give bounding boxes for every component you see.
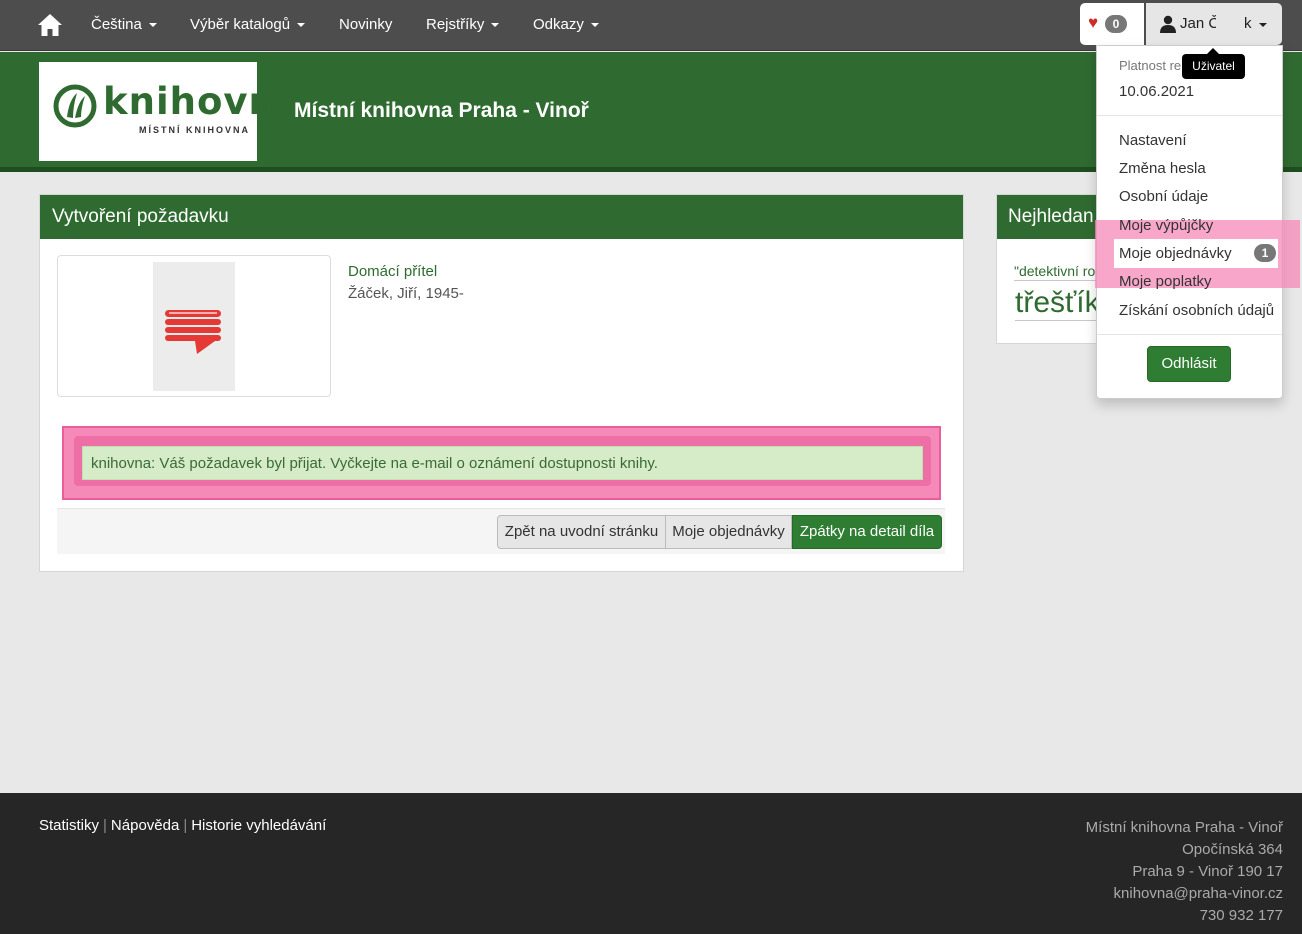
my-orders-button[interactable]: Moje objednávky [666, 515, 792, 549]
menu-item-settings[interactable]: Nastavení [1119, 132, 1187, 150]
logo[interactable]: knihovna MÍSTNÍ KNIHOVNA [39, 62, 301, 161]
book-cover[interactable] [57, 255, 331, 397]
address-email[interactable]: knihovna@praha-vinor.cz [1086, 883, 1283, 905]
user-menu-button[interactable]: Jan Č k [1146, 3, 1282, 45]
registration-validity-date: 10.06.2021 [1119, 83, 1195, 100]
nav-links-label: Odkazy [533, 16, 584, 33]
divider [1097, 334, 1282, 335]
address-line: Opočínská 364 [1182, 841, 1283, 858]
address-line: Praha 9 - Vinoř 190 17 [1132, 863, 1283, 880]
menu-item-personal-data[interactable]: Osobní údaje [1119, 188, 1208, 206]
menu-item-my-orders[interactable]: Moje objednávky [1119, 245, 1232, 263]
nav-catalogs-label: Výběr katalogů [190, 16, 291, 33]
home-icon[interactable] [37, 12, 63, 38]
logo-subtitle: MÍSTNÍ KNIHOVNA [139, 125, 250, 135]
cover-placeholder [153, 262, 235, 391]
footer-address: Místní knihovna Praha - Vinoř Opočínská … [1086, 817, 1283, 927]
nav-catalogs[interactable]: Výběr katalogů [190, 0, 306, 51]
user-icon [1160, 15, 1176, 33]
chevron-down-icon [148, 23, 157, 28]
top-navbar: Čeština Výběr katalogů Novinky Rejstříky… [0, 0, 1302, 51]
orders-count-badge: 1 [1254, 244, 1276, 262]
footer-link-search-history[interactable]: Historie vyhledávání [191, 817, 326, 834]
nav-links[interactable]: Odkazy [533, 0, 599, 51]
footer-link-statistics[interactable]: Statistiky [39, 817, 99, 834]
user-name-mask [1216, 11, 1242, 37]
favorites-count-badge: 0 [1105, 15, 1127, 33]
heart-icon: ♥ [1088, 13, 1099, 32]
footer-link-help[interactable]: Nápověda [111, 817, 179, 834]
alert-message: knihovna: Váš požadavek byl přijat. Vyčk… [91, 455, 658, 472]
book-title-link[interactable]: Domácí přítel [348, 263, 437, 281]
request-panel: Vytvoření požadavku Domácí přítel Žáček,… [39, 194, 964, 572]
nav-indexes[interactable]: Rejstříky [426, 0, 500, 51]
menu-item-my-fees[interactable]: Moje poplatky [1119, 273, 1212, 291]
menu-item-change-password[interactable]: Změna hesla [1119, 160, 1206, 178]
panel-header: Vytvoření požadavku [40, 195, 963, 239]
nav-language-label: Čeština [91, 16, 142, 33]
divider [1097, 115, 1282, 116]
site-title: Místní knihovna Praha - Vinoř [294, 99, 589, 122]
menu-item-get-personal-data[interactable]: Získání osobních údajů [1119, 302, 1274, 320]
back-to-detail-button[interactable]: Zpátky na detail díla [792, 515, 942, 549]
chevron-down-icon [590, 23, 599, 28]
chevron-down-icon [491, 23, 500, 28]
user-dropdown-menu: Platnost re 10.06.2021 Nastavení Změna h… [1095, 45, 1300, 399]
logout-button[interactable]: Odhlásit [1147, 346, 1231, 382]
separator: | [183, 817, 188, 834]
nav-indexes-label: Rejstříky [426, 16, 485, 33]
chevron-down-icon [1259, 23, 1267, 27]
book-author: Žáček, Jiří, 1945- [348, 285, 464, 302]
back-home-button[interactable]: Zpět na uvodní stránku [497, 515, 666, 549]
logo-word: knihovna [103, 80, 302, 123]
side-panel-title: Nejhledan [1008, 206, 1094, 227]
book-placeholder-icon [165, 310, 221, 354]
site-footer: Statistiky | Nápověda | Historie vyhledávání… [0, 793, 1302, 934]
alert-highlight: knihovna: Váš požadavek byl přijat. Vyčk… [62, 426, 941, 500]
alert-highlight-ring: knihovna: Váš požadavek byl přijat. Vyčk… [74, 436, 931, 486]
user-tooltip: Uživatel [1182, 54, 1245, 79]
chevron-down-icon [297, 23, 306, 28]
favorites-button[interactable]: ♥ 0 [1080, 3, 1144, 45]
footer-links: Statistiky | Nápověda | Historie vyhledávání [39, 817, 326, 835]
nav-news-label: Novinky [339, 16, 393, 33]
success-alert: knihovna: Váš požadavek byl přijat. Vyčk… [82, 446, 923, 480]
logo-mark-icon [53, 84, 97, 128]
nav-language[interactable]: Čeština [91, 0, 157, 51]
address-phone: 730 932 177 [1199, 907, 1283, 924]
separator: | [103, 817, 107, 834]
nav-news[interactable]: Novinky [339, 0, 392, 51]
menu-item-my-loans[interactable]: Moje výpůjčky [1119, 217, 1213, 235]
address-line: Místní knihovna Praha - Vinoř [1085, 819, 1283, 836]
user-name-end: k [1244, 15, 1252, 32]
page-title: Vytvoření požadavku [52, 206, 229, 227]
button-bar: Zpět na uvodní stránku Moje objednávky Z… [57, 508, 945, 554]
